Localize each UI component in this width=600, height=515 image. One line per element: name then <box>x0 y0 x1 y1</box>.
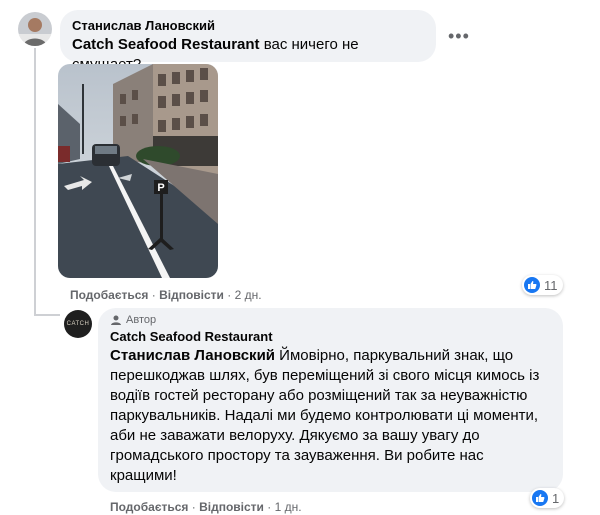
restaurant-avatar[interactable]: CATCH <box>64 310 92 338</box>
restaurant-logo-text: CATCH <box>66 321 90 327</box>
avatar[interactable] <box>18 12 52 46</box>
comment-author[interactable]: Станислав Лановский <box>72 18 424 33</box>
reaction-count[interactable]: 11 <box>522 275 563 295</box>
comment-author[interactable]: Catch Seafood Restaurant <box>110 329 551 344</box>
author-badge-icon <box>111 315 121 325</box>
thread-line-vertical <box>34 48 36 316</box>
reaction-count[interactable]: 1 <box>530 488 565 508</box>
reaction-count-value: 11 <box>544 277 558 293</box>
comment-text: Станислав Лановский Ймовірно, паркувальн… <box>110 346 551 486</box>
mention-link[interactable]: Станислав Лановский <box>110 347 275 364</box>
comment-time[interactable]: 1 дн. <box>275 500 302 514</box>
like-icon <box>532 490 548 506</box>
mention-link[interactable]: Catch Seafood Restaurant <box>72 36 260 53</box>
like-link[interactable]: Подобається <box>110 500 188 514</box>
comment-bubble: Станислав Лановский Catch Seafood Restau… <box>60 10 436 73</box>
comment-time[interactable]: 2 дн. <box>235 288 262 302</box>
like-link[interactable]: Подобається <box>70 288 148 302</box>
reply-actions: Подобається · Відповісти · 1 дн. <box>110 500 302 514</box>
comment-actions: Подобається · Відповісти · 2 дн. <box>70 288 262 302</box>
reply-link[interactable]: Відповісти <box>159 288 224 302</box>
svg-text:P: P <box>157 182 164 194</box>
reply-link[interactable]: Відповісти <box>199 500 264 514</box>
more-options-button[interactable]: ••• <box>448 26 470 47</box>
comment-photo[interactable]: P <box>58 64 218 278</box>
author-badge-label: Автор <box>126 314 157 326</box>
thread-line-curve <box>34 314 60 316</box>
user-avatar-icon <box>18 12 52 46</box>
parking-sign-street-photo-icon: P <box>58 64 218 278</box>
author-badge: Автор <box>110 314 551 326</box>
reply-bubble: Автор Catch Seafood Restaurant Станислав… <box>98 308 563 492</box>
like-icon <box>524 277 540 293</box>
comment-body: Ймовірно, паркувальний знак, що перешкод… <box>110 347 540 484</box>
reaction-count-value: 1 <box>552 490 560 506</box>
